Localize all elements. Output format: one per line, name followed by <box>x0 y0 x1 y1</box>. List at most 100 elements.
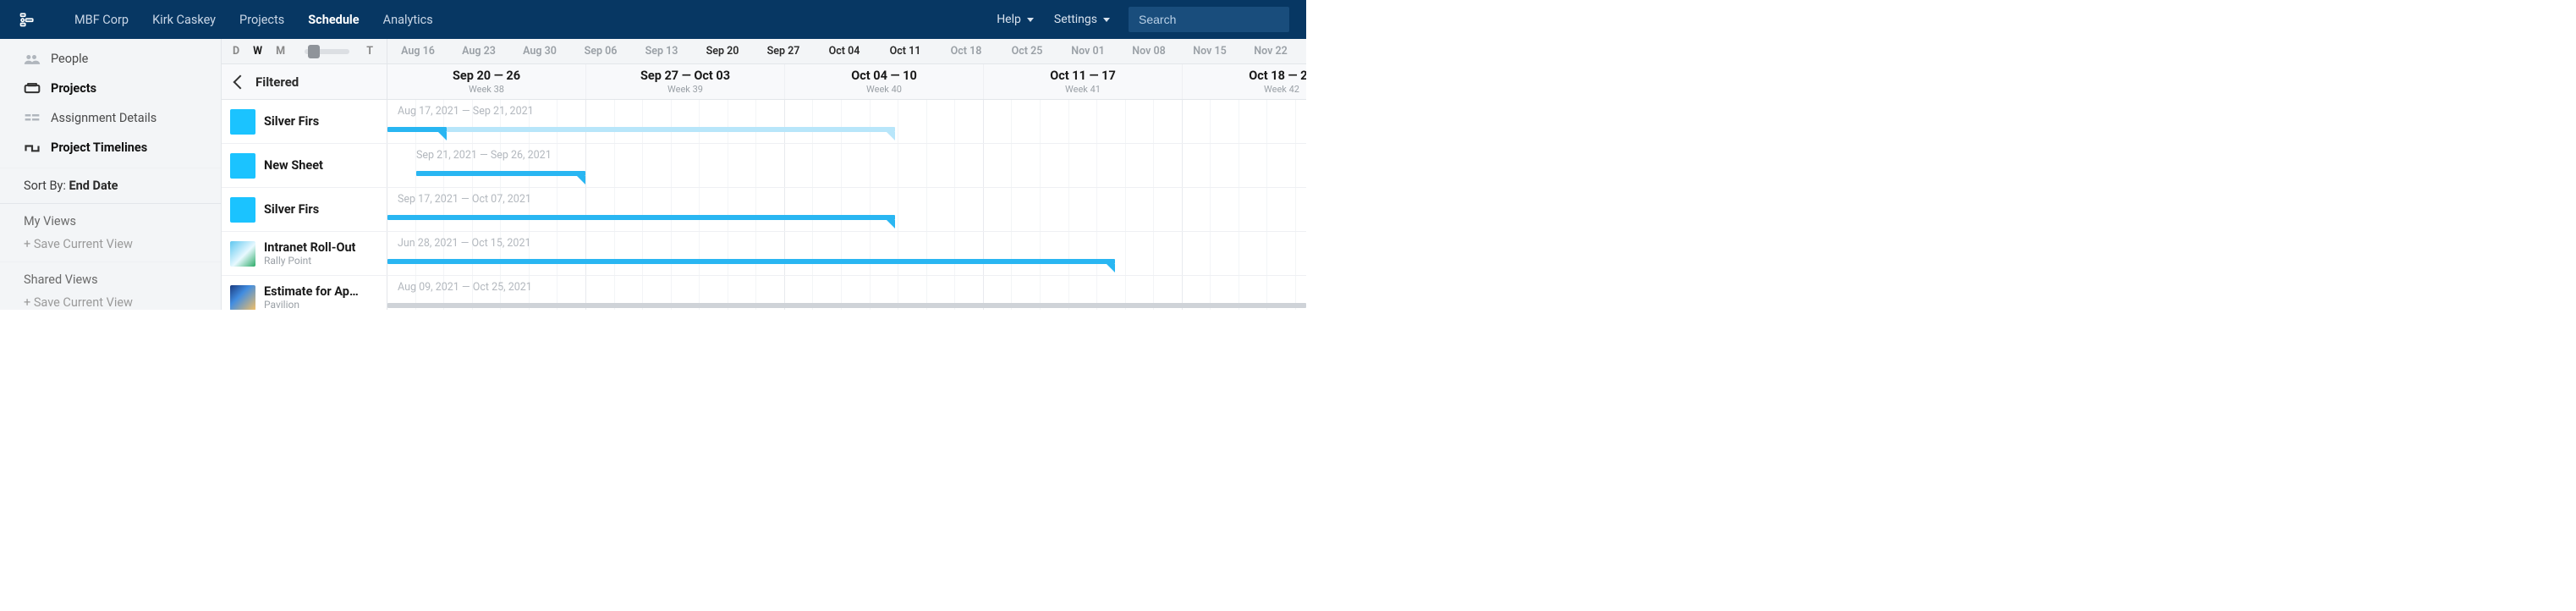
sidebar-item-label: Project Timelines <box>51 140 147 155</box>
tick-label: Oct 11 <box>875 39 936 63</box>
nav-projects[interactable]: Projects <box>228 0 296 39</box>
tick-label: Aug 16 <box>387 39 448 63</box>
timeline-row[interactable]: Silver Firs Aug 17, 2021 — Sep 21, 2021 <box>222 100 1306 144</box>
nav-help[interactable]: Help <box>986 0 1044 39</box>
row-date-range: Aug 17, 2021 — Sep 21, 2021 <box>398 105 534 118</box>
tick-label: Nov 08 <box>1118 39 1179 63</box>
row-track[interactable]: Sep 17, 2021 — Oct 07, 2021 <box>387 188 1306 231</box>
nav-user[interactable]: Kirk Caskey <box>140 0 228 39</box>
week-number: Week 38 <box>469 84 504 95</box>
unit-day[interactable]: D <box>230 45 242 58</box>
tick-label: Sep 27 <box>753 39 814 63</box>
project-thumb <box>230 109 255 135</box>
row-header[interactable]: New Sheet <box>222 144 387 187</box>
scale-row: D W M T Aug 16Aug 23Aug 30Sep 06Sep 13Se… <box>222 39 1306 64</box>
nav-settings[interactable]: Settings <box>1044 0 1120 39</box>
row-date-range: Jun 28, 2021 — Oct 15, 2021 <box>398 237 531 250</box>
unit-week[interactable]: W <box>250 45 265 58</box>
week-number: Week 39 <box>667 84 703 95</box>
timeline-bar[interactable] <box>387 215 895 220</box>
tick-label: Nov 15 <box>1179 39 1240 63</box>
project-title: Intranet Roll-Out <box>264 240 355 255</box>
row-track[interactable]: Aug 17, 2021 — Sep 21, 2021 <box>387 100 1306 143</box>
tick-strip: Aug 16Aug 23Aug 30Sep 06Sep 13Sep 20Sep … <box>387 39 1306 63</box>
week-header: Filtered Sep 20 — 26Week 38Sep 27 — Oct … <box>222 64 1306 100</box>
row-header[interactable]: Silver Firs <box>222 100 387 143</box>
zoom-slider-knob[interactable] <box>308 45 320 58</box>
timeline-bar[interactable] <box>416 171 585 176</box>
sidebar-item-assignment-details[interactable]: Assignment Details <box>0 103 221 133</box>
project-title: Estimate for Ap… <box>264 284 359 299</box>
row-date-range: Aug 09, 2021 — Oct 25, 2021 <box>398 281 532 294</box>
row-header[interactable]: Estimate for Ap…Pavilion <box>222 276 387 310</box>
nav-schedule[interactable]: Schedule <box>296 0 371 39</box>
save-current-view-link[interactable]: + Save Current View <box>0 232 221 261</box>
row-track[interactable]: Sep 21, 2021 — Sep 26, 2021 <box>387 144 1306 187</box>
timeline-bar[interactable] <box>387 303 1306 308</box>
tick-label: Aug 23 <box>448 39 509 63</box>
week-cell[interactable]: Oct 18 — 24Week 42 <box>1183 64 1306 99</box>
timeline-rows: Silver Firs Aug 17, 2021 — Sep 21, 2021 Ne… <box>222 100 1306 310</box>
sort-by-label: Sort By: <box>24 179 69 193</box>
back-chevron-icon[interactable] <box>233 74 248 89</box>
row-header[interactable]: Silver Firs <box>222 188 387 231</box>
unit-today[interactable]: T <box>366 45 378 58</box>
people-icon <box>24 52 41 66</box>
tick-label: Nov 22 <box>1240 39 1301 63</box>
week-range: Sep 20 — 26 <box>453 69 520 83</box>
timeline-bar[interactable] <box>387 127 447 132</box>
project-thumb <box>230 241 255 267</box>
nav-search[interactable] <box>1129 7 1289 32</box>
row-track[interactable]: Aug 09, 2021 — Oct 25, 2021 <box>387 276 1306 310</box>
sidebar-item-people[interactable]: People <box>0 44 221 74</box>
sidebar-item-label: People <box>51 52 88 66</box>
row-track[interactable]: Jun 28, 2021 — Oct 15, 2021 <box>387 232 1306 275</box>
project-thumb <box>230 285 255 311</box>
week-cell[interactable]: Sep 20 — 26Week 38 <box>387 64 586 99</box>
week-cell[interactable]: Oct 11 — 17Week 41 <box>984 64 1183 99</box>
tick-label: Oct 18 <box>936 39 997 63</box>
nav-org[interactable]: MBF Corp <box>63 0 140 39</box>
sidebar-item-projects[interactable]: Projects <box>0 74 221 103</box>
my-views-heading: My Views <box>0 204 221 232</box>
nav-settings-label: Settings <box>1054 13 1097 26</box>
unit-month[interactable]: M <box>273 45 288 58</box>
search-input[interactable] <box>1137 12 1281 27</box>
timeline-row[interactable]: Estimate for Ap…Pavilion Aug 09, 2021 — O… <box>222 276 1306 310</box>
tick-label: Nov 01 <box>1057 39 1118 63</box>
app-logo-icon[interactable] <box>15 8 39 31</box>
week-range: Oct 04 — 10 <box>851 69 917 83</box>
timeline-bar[interactable] <box>447 127 895 132</box>
week-cells: Sep 20 — 26Week 38Sep 27 — Oct 03Week 39… <box>387 64 1306 99</box>
timeline-row[interactable]: Silver FirsSep 17, 2021 — Oct 07, 2021 <box>222 188 1306 232</box>
timeline-bar[interactable] <box>387 259 1115 264</box>
tick-label: Oct 25 <box>997 39 1057 63</box>
sidebar-item-project-timelines[interactable]: Project Timelines <box>0 133 221 162</box>
week-range: Oct 11 — 17 <box>1050 69 1116 83</box>
sort-by-value: End Date <box>69 179 118 193</box>
week-cell[interactable]: Oct 04 — 10Week 40 <box>785 64 984 99</box>
week-cell[interactable]: Sep 27 — Oct 03Week 39 <box>586 64 785 99</box>
week-number: Week 42 <box>1264 84 1299 95</box>
nav-analytics[interactable]: Analytics <box>371 0 445 39</box>
save-current-view-link[interactable]: + Save Current View <box>0 290 221 320</box>
caret-down-icon <box>1103 18 1110 22</box>
top-nav: MBF Corp Kirk Caskey Projects Schedule A… <box>0 0 1306 39</box>
filter-label: Filtered <box>255 74 299 90</box>
bar-end-flag-icon <box>438 132 447 140</box>
row-header[interactable]: Intranet Roll-OutRally Point <box>222 232 387 275</box>
project-title: Silver Firs <box>264 114 319 129</box>
tick-label: Aug 30 <box>509 39 570 63</box>
sidebar: People Projects Assignment Details Proje… <box>0 39 222 310</box>
zoom-slider[interactable] <box>305 49 349 54</box>
row-date-range: Sep 21, 2021 — Sep 26, 2021 <box>416 149 552 162</box>
tick-label: Oct 04 <box>814 39 875 63</box>
week-range: Sep 27 — Oct 03 <box>640 69 730 83</box>
sort-by[interactable]: Sort By: End Date <box>0 168 221 204</box>
projects-icon <box>24 82 41 96</box>
sidebar-item-label: Assignment Details <box>51 111 157 125</box>
details-icon <box>24 112 41 125</box>
timeline-row[interactable]: Intranet Roll-OutRally Point Jun 28, 2021… <box>222 232 1306 276</box>
bar-end-flag-icon <box>1107 264 1115 272</box>
timeline-row[interactable]: New Sheet Sep 21, 2021 — Sep 26, 2021 <box>222 144 1306 188</box>
